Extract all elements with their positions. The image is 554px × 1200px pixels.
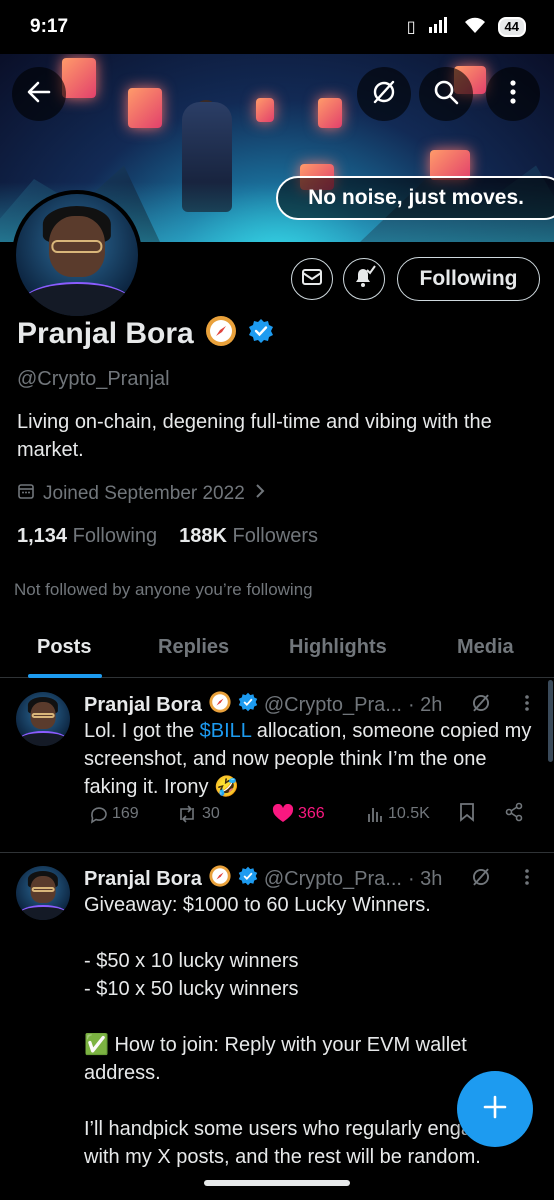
post-header: Pranjal Bora @Crypto_Pra... · 3h	[84, 864, 442, 894]
profile-avatar[interactable]	[12, 190, 142, 320]
display-name: Pranjal Bora	[17, 316, 194, 350]
post-time: · 3h	[407, 867, 443, 890]
followers-label: Followers	[232, 525, 319, 547]
avatar-glasses	[31, 886, 55, 892]
avatar-shirt	[18, 730, 68, 746]
bookmark-icon[interactable]	[458, 802, 476, 827]
back-arrow-icon	[26, 79, 52, 110]
not-followed-note: Not followed by anyone you’re following	[14, 580, 313, 599]
verified-badge-icon	[238, 866, 258, 892]
grok-button[interactable]	[357, 67, 411, 121]
followers-count: 188K	[179, 525, 227, 547]
home-indicator[interactable]	[204, 1180, 350, 1186]
following-button[interactable]: Following	[397, 257, 540, 301]
views-icon	[368, 808, 382, 822]
banner-tagline: No noise, just moves.	[276, 176, 554, 220]
profile-name-row: Pranjal Bora	[17, 314, 274, 353]
reply-button[interactable]: 169	[88, 804, 139, 824]
grok-post-icon[interactable]	[470, 866, 492, 893]
verified-badge-icon[interactable]	[248, 318, 274, 349]
banner-panel	[128, 88, 162, 128]
status-time: 9:17	[30, 16, 69, 37]
following-label: Following	[72, 525, 158, 547]
post-handle: @Crypto_Pra...	[263, 867, 402, 890]
reply-count: 169	[112, 805, 139, 822]
cashtag-link[interactable]: $BILL	[200, 720, 252, 742]
compose-post-button[interactable]	[457, 1071, 533, 1147]
plus-icon	[481, 1093, 509, 1126]
post-header: Pranjal Bora @Crypto_Pra... · 2h	[84, 690, 442, 720]
compass-emoji-icon	[208, 864, 232, 894]
follow-stats: 1,134 Following 188K Followers	[17, 525, 318, 548]
heart-icon	[272, 804, 294, 822]
like-count: 366	[298, 805, 325, 822]
reply-icon	[90, 807, 107, 824]
followers-stat[interactable]: 188K Followers	[179, 525, 318, 548]
post-time: · 2h	[407, 693, 443, 716]
wifi-icon	[464, 16, 486, 39]
verified-badge-icon	[238, 692, 258, 718]
vibrate-icon: ▯	[406, 19, 416, 36]
like-button[interactable]: 366	[272, 804, 325, 824]
scrollbar[interactable]	[548, 680, 553, 762]
joined-text: Joined September 2022	[43, 483, 245, 504]
grok-icon	[370, 78, 398, 111]
post-more-icon[interactable]	[524, 694, 530, 717]
more-options-button[interactable]	[486, 67, 540, 121]
status-bar: 9:17 ▯ 44	[0, 0, 554, 54]
tab-replies[interactable]: Replies	[158, 636, 229, 659]
tab-media[interactable]: Media	[457, 636, 514, 659]
signal-icon	[428, 16, 452, 39]
message-button[interactable]	[291, 258, 333, 300]
views-button[interactable]: 10.5K	[366, 805, 430, 823]
post-text: Lol. I got the $BILL allocation, someone…	[84, 717, 534, 801]
compass-emoji-icon	[208, 690, 232, 720]
profile-bio: Living on-chain, degening full-time and …	[17, 411, 492, 461]
avatar-glasses	[51, 240, 103, 253]
repost-button[interactable]: 30	[176, 804, 220, 824]
banner-panel	[256, 98, 274, 122]
calendar-icon	[17, 482, 35, 506]
chevron-right-icon	[253, 482, 267, 506]
compass-emoji-icon	[204, 314, 238, 353]
post-handle: @Crypto_Pra...	[263, 693, 402, 716]
notifications-button[interactable]	[343, 258, 385, 300]
repost-icon	[180, 805, 194, 823]
views-count: 10.5K	[388, 805, 430, 822]
status-icons: ▯ 44	[407, 16, 526, 39]
search-icon	[432, 78, 460, 111]
tab-highlights[interactable]: Highlights	[289, 636, 387, 659]
active-tab-indicator	[28, 674, 102, 678]
back-button[interactable]	[12, 67, 66, 121]
post-divider	[0, 852, 554, 853]
banner-panel	[62, 58, 96, 98]
joined-date[interactable]: Joined September 2022	[17, 482, 267, 506]
mail-icon	[301, 268, 323, 291]
avatar-glasses	[31, 712, 55, 718]
repost-count: 30	[202, 805, 220, 822]
post-avatar[interactable]	[16, 866, 70, 920]
grok-post-icon[interactable]	[470, 692, 492, 719]
battery-icon: 44	[497, 17, 526, 37]
banner-panel	[318, 98, 342, 128]
profile-handle: @Crypto_Pranjal	[17, 368, 170, 390]
post-more-icon[interactable]	[524, 868, 530, 891]
share-icon[interactable]	[504, 802, 524, 827]
bell-check-icon	[351, 264, 377, 295]
post-avatar[interactable]	[16, 692, 70, 746]
post-text-start: Lol. I got the	[84, 720, 200, 742]
avatar-shirt	[18, 904, 68, 920]
search-button[interactable]	[419, 67, 473, 121]
post-author-name[interactable]: Pranjal Bora	[84, 868, 202, 891]
more-vertical-icon	[509, 79, 517, 110]
post-author-name[interactable]: Pranjal Bora	[84, 694, 202, 717]
tab-posts[interactable]: Posts	[37, 636, 91, 659]
following-stat[interactable]: 1,134 Following	[17, 525, 157, 548]
profile-tabs: Posts Replies Highlights Media	[0, 620, 554, 678]
following-count: 1,134	[17, 525, 68, 547]
